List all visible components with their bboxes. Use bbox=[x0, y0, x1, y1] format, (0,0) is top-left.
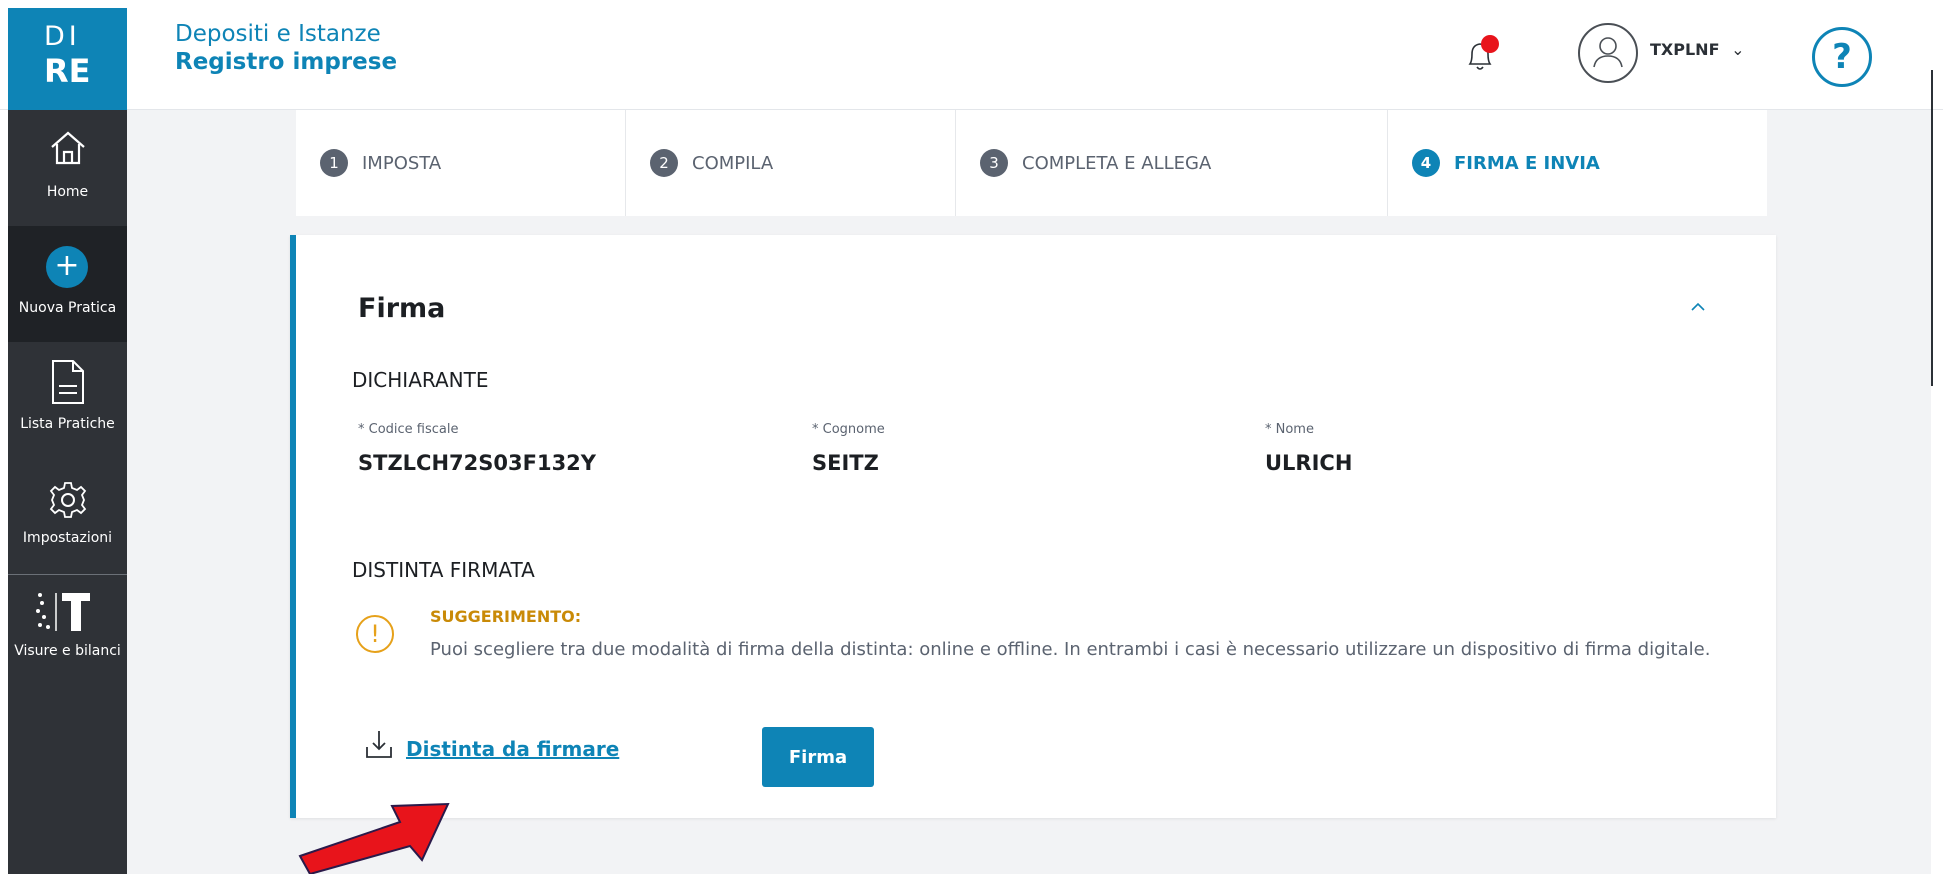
download-icon[interactable] bbox=[364, 729, 394, 763]
field-value: SEITZ bbox=[812, 451, 879, 475]
app-title: Depositi e Istanze Registro imprese bbox=[175, 20, 397, 76]
sidebar-item-label: Home bbox=[46, 184, 89, 200]
step-firma-invia[interactable]: 4 FIRMA E INVIA bbox=[1388, 110, 1767, 216]
annotation-arrow bbox=[296, 790, 456, 876]
step-number: 2 bbox=[650, 149, 678, 177]
home-icon bbox=[51, 131, 85, 165]
sidebar-item-impostazioni[interactable]: Impostazioni bbox=[8, 458, 127, 574]
sidebar-item-label: Impostazioni bbox=[22, 530, 113, 546]
field-label: * Cognome bbox=[812, 422, 885, 437]
sidebar-item-label: Lista Pratiche bbox=[20, 416, 115, 432]
logo-line1: DI bbox=[44, 21, 81, 52]
sidebar-item-label: Visure e bilanci bbox=[14, 643, 121, 659]
app-title-line1: Depositi e Istanze bbox=[175, 21, 381, 47]
step-number: 3 bbox=[980, 149, 1008, 177]
step-imposta[interactable]: 1 IMPOSTA bbox=[296, 110, 626, 216]
sidebar-item-visure-bilanci[interactable]: Visure e bilanci bbox=[8, 575, 127, 685]
distinta-download-link[interactable]: Distinta da firmare bbox=[406, 737, 619, 761]
section-heading-dichiarante: DICHIARANTE bbox=[352, 368, 489, 392]
sidebar-item-home[interactable]: Home bbox=[8, 110, 127, 226]
tip-text: Puoi scegliere tra due modalità di firma… bbox=[430, 639, 1711, 660]
field-value: ULRICH bbox=[1265, 451, 1353, 475]
plus-icon: + bbox=[46, 246, 88, 288]
username: TXPLNF bbox=[1650, 40, 1720, 59]
step-label: IMPOSTA bbox=[362, 152, 442, 174]
sidebar-item-nuova-pratica[interactable]: + Nuova Pratica bbox=[8, 226, 127, 342]
tip-title: SUGGERIMENTO: bbox=[430, 607, 582, 626]
field-nome: * Nome ULRICH bbox=[1265, 422, 1352, 475]
sidebar-item-lista-pratiche[interactable]: Lista Pratiche bbox=[8, 342, 127, 458]
user-avatar-icon[interactable] bbox=[1578, 23, 1638, 83]
collapse-chevron-up-icon[interactable] bbox=[1688, 297, 1708, 317]
step-number: 1 bbox=[320, 149, 348, 177]
stepper: 1 IMPOSTA 2 COMPILA 3 COMPLETA E ALLEGA … bbox=[296, 110, 1767, 216]
logo-line2: RE bbox=[44, 52, 91, 90]
sidebar: Home + Nuova Pratica Lista Pratiche Impo… bbox=[8, 110, 127, 874]
gear-icon bbox=[49, 482, 87, 518]
step-label: FIRMA E INVIA bbox=[1454, 152, 1600, 174]
chevron-down-icon: ⌄ bbox=[1731, 40, 1745, 59]
user-menu[interactable]: TXPLNF ⌄ bbox=[1650, 40, 1744, 59]
warning-icon: ! bbox=[356, 615, 394, 653]
field-value: STZLCH72S03F132Y bbox=[358, 451, 597, 475]
field-cognome: * Cognome SEITZ bbox=[812, 422, 885, 475]
step-completa-allega[interactable]: 3 COMPLETA E ALLEGA bbox=[956, 110, 1388, 216]
notifications-bell-icon[interactable] bbox=[1460, 34, 1500, 78]
card-title: Firma bbox=[358, 293, 446, 324]
step-compila[interactable]: 2 COMPILA bbox=[626, 110, 956, 216]
field-label: * Nome bbox=[1265, 422, 1314, 437]
top-header: DI RE Depositi e Istanze Registro impres… bbox=[0, 0, 1943, 110]
firma-card: Firma DICHIARANTE * Codice fiscale STZLC… bbox=[290, 235, 1776, 818]
sidebar-item-label: Nuova Pratica bbox=[18, 300, 117, 316]
field-codice-fiscale: * Codice fiscale STZLCH72S03F132Y bbox=[358, 422, 596, 475]
app-logo[interactable]: DI RE bbox=[8, 8, 127, 110]
step-label: COMPLETA E ALLEGA bbox=[1022, 152, 1212, 174]
document-icon bbox=[52, 360, 84, 404]
app-title-line2: Registro imprese bbox=[175, 49, 398, 75]
section-heading-distinta-firmata: DISTINTA FIRMATA bbox=[352, 558, 535, 582]
firma-button[interactable]: Firma bbox=[762, 727, 874, 787]
help-button[interactable]: ? bbox=[1812, 27, 1872, 87]
step-label: COMPILA bbox=[692, 152, 774, 174]
it-logo-icon bbox=[36, 593, 90, 631]
scrollbar[interactable] bbox=[1931, 70, 1933, 386]
step-number: 4 bbox=[1412, 149, 1440, 177]
field-label: * Codice fiscale bbox=[358, 422, 459, 437]
